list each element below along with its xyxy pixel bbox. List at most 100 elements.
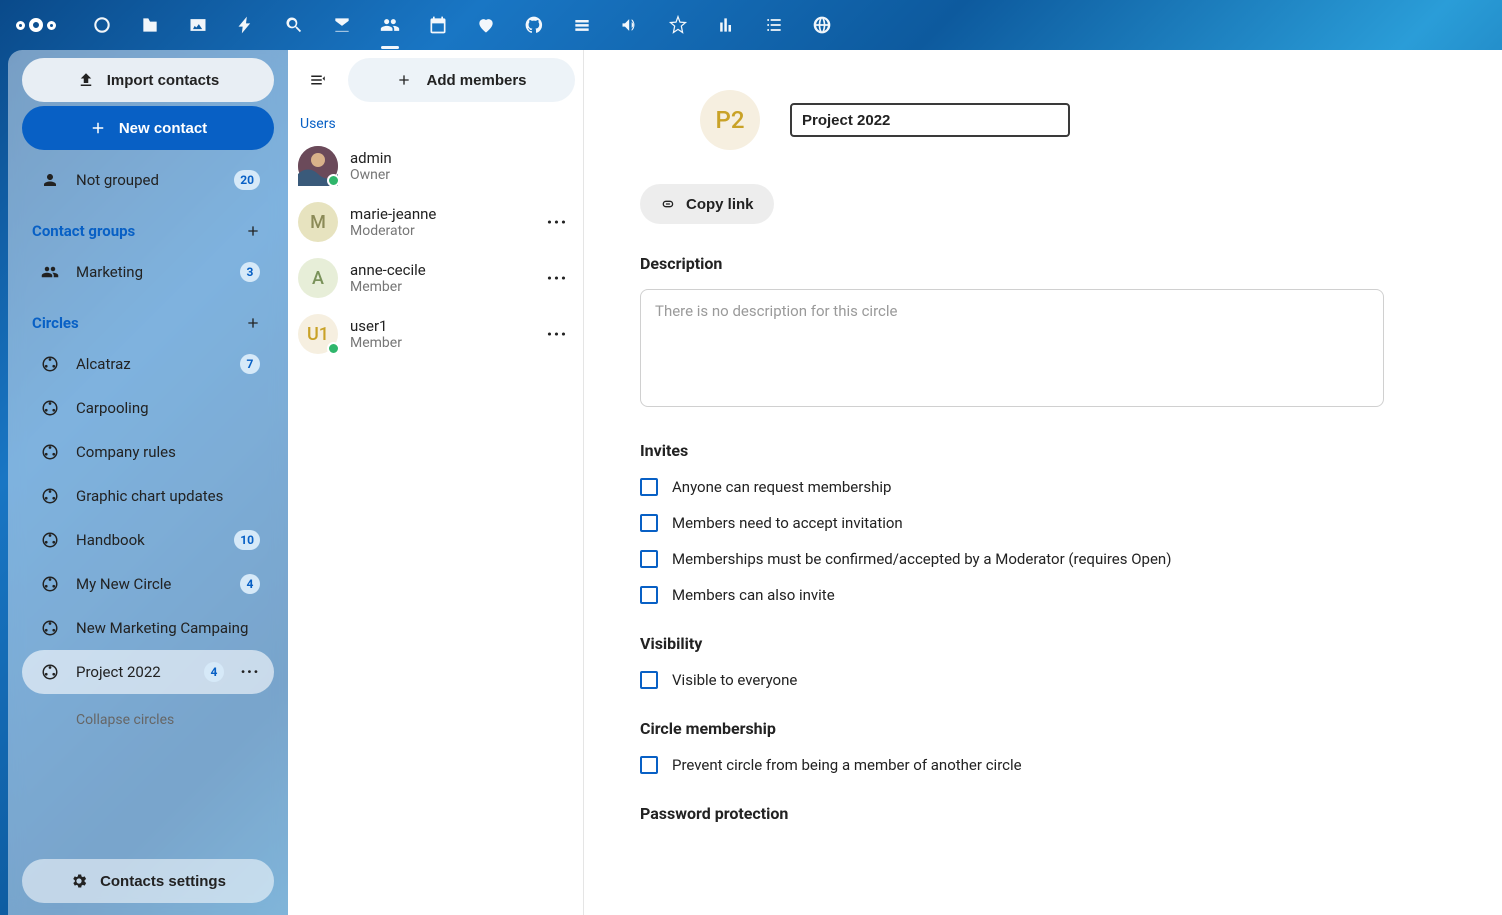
mail-icon[interactable] [332,15,352,35]
checkbox-option[interactable]: Visible to everyone [640,671,1424,689]
circle-title-input[interactable] [790,103,1070,137]
sidebar-item-label: Alcatraz [76,355,224,373]
members-section-label: Users [288,110,583,138]
contacts-settings-button[interactable]: Contacts settings [22,859,274,903]
circle-icon [40,398,60,418]
deck-icon[interactable] [572,15,592,35]
sidebar-item-label: Carpooling [76,399,260,417]
add-members-label: Add members [426,72,526,89]
sidebar-item-circle[interactable]: Company rules··· [22,430,274,474]
sidebar-item-not-grouped[interactable]: Not grouped 20 [22,158,274,202]
calendar-icon[interactable] [428,15,448,35]
checkbox-label: Visible to everyone [672,671,797,689]
member-role: Member [350,279,529,296]
copy-link-button[interactable]: Copy link [640,184,774,224]
invites-header: Invites [640,441,1424,460]
activity-icon[interactable] [236,15,256,35]
collapse-panel-button[interactable] [296,58,340,102]
contacts-settings-label: Contacts settings [100,873,226,890]
avatar: U1 [298,314,338,354]
sidebar-item-group[interactable]: Marketing 3 [22,250,274,294]
tasks-icon[interactable] [764,15,784,35]
dashboard-icon[interactable] [92,15,112,35]
link-icon [660,196,676,212]
member-row[interactable]: Mmarie-jeanneModerator··· [288,194,583,250]
more-icon[interactable]: ··· [240,662,260,683]
add-members-button[interactable]: Add members [348,58,575,102]
checkbox-option[interactable]: Anyone can request membership [640,478,1424,496]
sidebar-item-label: Graphic chart updates [76,487,260,505]
collapse-circles-button[interactable]: Collapse circles [22,698,274,742]
star-icon[interactable] [668,15,688,35]
count-badge: 4 [240,574,260,594]
analytics-icon[interactable] [716,15,736,35]
add-group-button[interactable] [242,220,264,242]
checkbox-icon [640,586,658,604]
sidebar-item-label: Marketing [76,263,224,281]
files-icon[interactable] [140,15,160,35]
sidebar-item-circle[interactable]: New Marketing Campaing··· [22,606,274,650]
sidebar-item-circle[interactable]: Carpooling··· [22,386,274,430]
health-icon[interactable] [476,15,496,35]
circle-icon [40,574,60,594]
github-icon[interactable] [524,15,544,35]
count-badge: 20 [234,170,260,190]
announce-icon[interactable] [620,15,640,35]
checkbox-option[interactable]: Members can also invite [640,586,1424,604]
section-header-label: Contact groups [32,222,135,240]
sidebar: Import contacts New contact Not grouped … [8,50,288,915]
web-icon[interactable] [812,15,832,35]
member-row[interactable]: adminOwner [288,138,583,194]
sidebar-item-circle[interactable]: Alcatraz7··· [22,342,274,386]
checkbox-option[interactable]: Memberships must be confirmed/accepted b… [640,550,1424,568]
checkbox-icon [640,478,658,496]
circle-header: P2 [700,90,1424,150]
sidebar-item-circle[interactable]: Project 20224··· [22,650,274,694]
count-badge: 10 [234,530,260,550]
checkbox-option[interactable]: Members need to accept invitation [640,514,1424,532]
count-badge: 3 [240,262,260,282]
checkbox-icon [640,671,658,689]
member-role: Member [350,335,529,352]
sidebar-item-circle[interactable]: My New Circle4··· [22,562,274,606]
upload-icon [77,71,95,89]
sidebar-item-label: Company rules [76,443,260,461]
member-row[interactable]: Aanne-cecileMember··· [288,250,583,306]
circle-icon [40,530,60,550]
checkbox-icon [640,756,658,774]
checkbox-icon [640,550,658,568]
checkbox-option[interactable]: Prevent circle from being a member of an… [640,756,1424,774]
app-container: Import contacts New contact Not grouped … [8,50,1502,915]
search-icon[interactable] [284,15,304,35]
copy-link-label: Copy link [686,196,754,213]
import-contacts-button[interactable]: Import contacts [22,58,274,102]
new-contact-label: New contact [119,120,207,137]
member-row[interactable]: U1user1Member··· [288,306,583,362]
gear-icon [70,872,88,890]
new-contact-button[interactable]: New contact [22,106,274,150]
section-header-label: Circles [32,314,79,332]
checkbox-icon [640,514,658,532]
group-icon [40,262,60,282]
sidebar-item-label: Project 2022 [76,663,188,681]
member-name: anne-cecile [350,261,529,279]
more-icon[interactable]: ··· [541,210,573,234]
description-textarea[interactable] [640,289,1384,407]
member-role: Owner [350,167,573,184]
app-logo[interactable] [16,18,56,32]
more-icon[interactable]: ··· [541,322,573,346]
top-bar [0,0,1502,50]
contacts-icon[interactable] [380,15,400,35]
checkbox-label: Anyone can request membership [672,478,891,496]
circle-icon [40,662,60,682]
more-icon[interactable]: ··· [541,266,573,290]
add-circle-button[interactable] [242,312,264,334]
avatar [298,146,338,186]
sidebar-item-label: New Marketing Campaing [76,619,260,637]
photos-icon[interactable] [188,15,208,35]
avatar: M [298,202,338,242]
sidebar-list: Not grouped 20 Contact groups Marketing 3… [14,152,282,853]
sidebar-item-circle[interactable]: Graphic chart updates··· [22,474,274,518]
section-contact-groups: Contact groups [14,202,282,250]
sidebar-item-circle[interactable]: Handbook10··· [22,518,274,562]
